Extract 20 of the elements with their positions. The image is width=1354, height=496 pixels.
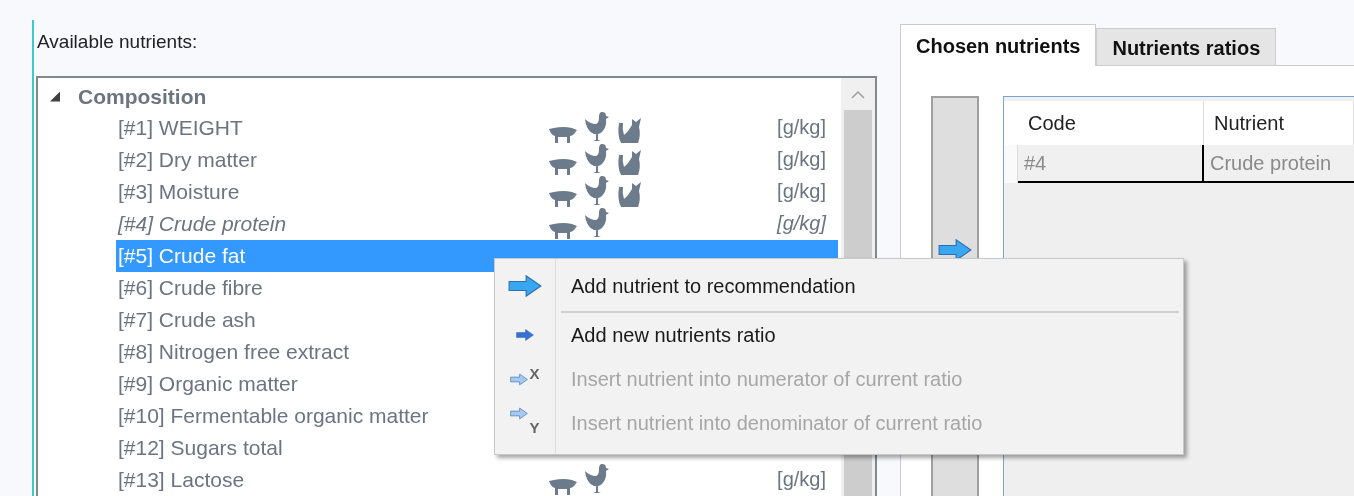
- menu-item-label: Insert nutrient into denominator of current ratio: [571, 411, 983, 436]
- nutrient-name: [#2] Dry matter: [118, 146, 257, 173]
- nutrient-name: [#13] Lactose: [118, 466, 245, 493]
- section-label: Available nutrients:: [37, 30, 198, 54]
- menu-item-label: Add nutrient to recommendation: [571, 274, 856, 299]
- nutrient-name: [#5] Crude fat: [118, 242, 246, 269]
- nutrient-name: [#4] Crude protein: [118, 210, 287, 237]
- menu-item-label: Insert nutrient into numerator of current ratio: [571, 367, 963, 392]
- table-cell: #4: [1018, 145, 1204, 183]
- nutrient-name: [#1] WEIGHT: [118, 114, 243, 141]
- unit-label: [g/kg]: [777, 466, 826, 492]
- axis-letter: Y: [529, 417, 540, 438]
- nutrient-name: [#12] Sugars total: [118, 434, 283, 461]
- menu-item-label: Add new nutrients ratio: [571, 323, 776, 348]
- unit-label: [g/kg]: [777, 210, 826, 236]
- unit-label: [g/kg]: [777, 178, 826, 204]
- unit-label: [g/kg]: [777, 146, 826, 172]
- unit-label: [g/kg]: [777, 114, 826, 140]
- axis-letter: X: [529, 363, 540, 384]
- nutrient-name: [#3] Moisture: [118, 178, 240, 205]
